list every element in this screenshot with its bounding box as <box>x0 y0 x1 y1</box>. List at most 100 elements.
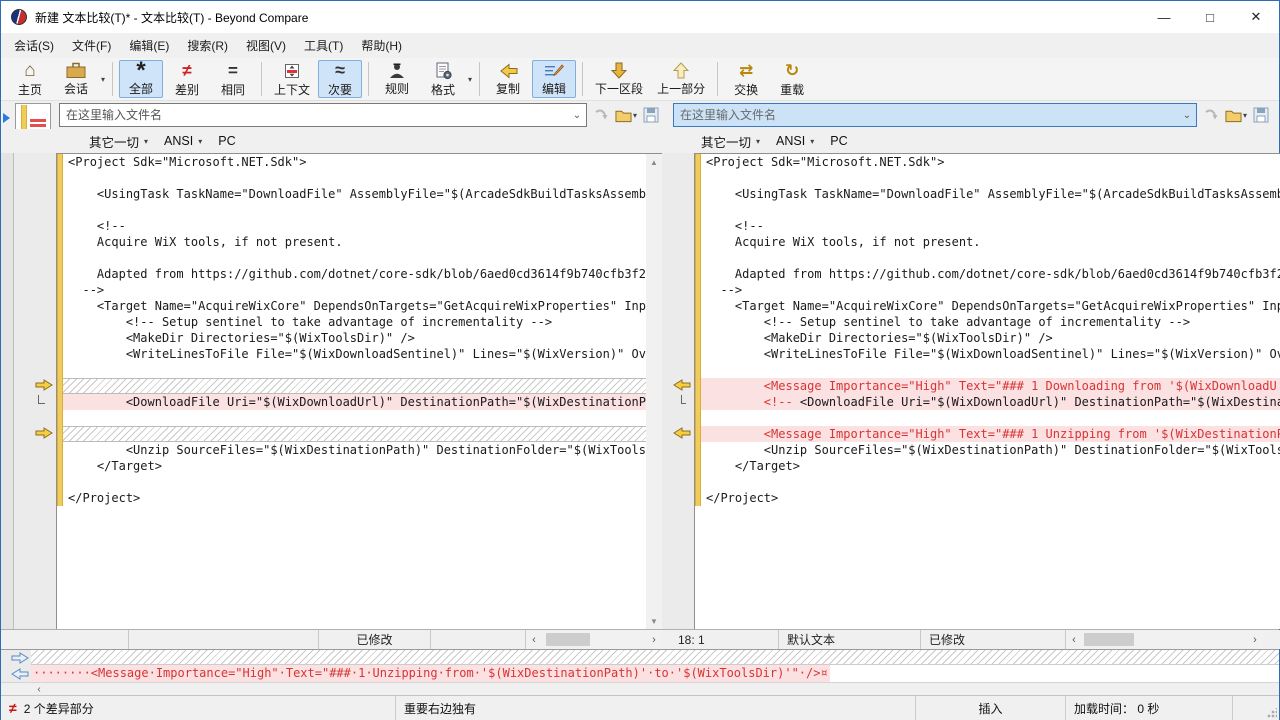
sessions-button[interactable]: 会话 <box>54 60 98 98</box>
code-line[interactable] <box>63 250 646 266</box>
prev-section-button[interactable]: 上一部分 <box>651 60 711 98</box>
scroll-right-icon[interactable]: › <box>646 634 662 646</box>
left-save-button[interactable] <box>640 103 662 127</box>
minimize-button[interactable]: — <box>1141 1 1187 33</box>
same-button[interactable]: = 相同 <box>211 60 255 98</box>
code-line[interactable] <box>701 170 1280 186</box>
pane-splitter[interactable] <box>662 153 670 629</box>
code-line[interactable]: <Unzip SourceFiles="$(WixDestinationPath… <box>701 442 1280 458</box>
scroll-track[interactable] <box>646 170 662 613</box>
code-line[interactable]: </Project> <box>701 490 1280 506</box>
code-line[interactable] <box>63 202 646 218</box>
all-button[interactable]: * 全部 <box>119 58 164 98</box>
code-line[interactable]: <Project Sdk="Microsoft.NET.Sdk"> <box>63 154 646 170</box>
right-editor[interactable]: <Project Sdk="Microsoft.NET.Sdk"> <Using… <box>694 153 1280 629</box>
chevron-down-icon[interactable]: ⌄ <box>1178 104 1196 126</box>
code-line[interactable]: </Target> <box>63 458 646 474</box>
code-line[interactable] <box>701 362 1280 378</box>
detail-line-text[interactable]: ········<Message·Importance="High"·Text=… <box>31 665 830 682</box>
differences-button[interactable]: ≠ 差别 <box>165 60 209 98</box>
missing-line-gap[interactable] <box>63 426 646 442</box>
scroll-thumb[interactable] <box>546 633 590 646</box>
code-line[interactable]: </Project> <box>63 490 646 506</box>
right-horizontal-scrollbar[interactable]: ‹ › <box>1066 630 1263 649</box>
code-line[interactable]: Adapted from https://github.com/dotnet/c… <box>701 266 1280 282</box>
format-dropdown[interactable]: 其它一切 ▾ <box>701 132 760 151</box>
code-line[interactable]: <Unzip SourceFiles="$(WixDestinationPath… <box>63 442 646 458</box>
code-line[interactable] <box>701 250 1280 266</box>
home-button[interactable]: ⌂ 主页 <box>8 60 52 98</box>
gutter-marker[interactable] <box>670 377 694 393</box>
diff-map-strip[interactable] <box>1 153 14 629</box>
missing-line-gap[interactable] <box>63 378 646 394</box>
format-button[interactable]: 格式 <box>421 60 465 98</box>
code-line[interactable]: <!-- Setup sentinel to take advantage of… <box>63 314 646 330</box>
code-line[interactable]: Adapted from https://github.com/dotnet/c… <box>63 266 646 282</box>
right-code[interactable]: <Project Sdk="Microsoft.NET.Sdk"> <Using… <box>701 154 1280 629</box>
left-copy-path-button[interactable] <box>590 103 612 127</box>
code-line[interactable]: <!-- <DownloadFile Uri="$(WixDownloadUrl… <box>701 394 1280 410</box>
code-line[interactable]: <Message Importance="High" Text="### 1 D… <box>701 378 1280 394</box>
scroll-left-icon[interactable]: ‹ <box>526 634 542 646</box>
menu-item[interactable]: 工具(T) <box>295 33 352 58</box>
code-line[interactable]: <MakeDir Directories="$(WixToolsDir)" /> <box>63 330 646 346</box>
code-line[interactable]: --> <box>63 282 646 298</box>
left-code[interactable]: <Project Sdk="Microsoft.NET.Sdk"> <Using… <box>63 154 646 629</box>
code-line[interactable] <box>63 474 646 490</box>
context-button[interactable]: 上下文 <box>268 60 316 98</box>
menu-item[interactable]: 搜索(R) <box>178 33 237 58</box>
left-browse-button[interactable]: ▾ <box>615 103 637 127</box>
chevron-down-icon[interactable]: ▾ <box>468 75 472 84</box>
format-dropdown[interactable]: ANSI ▾ <box>776 134 814 148</box>
code-line[interactable] <box>63 410 646 426</box>
gutter-marker[interactable] <box>670 425 694 441</box>
code-line[interactable]: <Project Sdk="Microsoft.NET.Sdk"> <box>701 154 1280 170</box>
right-browse-button[interactable]: ▾ <box>1225 103 1247 127</box>
code-line[interactable]: <WriteLinesToFile File="$(WixDownloadSen… <box>63 346 646 362</box>
right-syntax-badge[interactable]: 默认文本 <box>779 630 921 649</box>
menu-item[interactable]: 帮助(H) <box>352 33 411 58</box>
gutter-marker[interactable] <box>14 425 56 441</box>
close-button[interactable]: ✕ <box>1233 1 1279 33</box>
code-line[interactable]: <!-- <box>63 218 646 234</box>
menu-item[interactable]: 会话(S) <box>5 33 63 58</box>
scroll-thumb[interactable] <box>1084 633 1134 646</box>
menu-item[interactable]: 文件(F) <box>63 33 120 58</box>
minor-button[interactable]: ≈ 次要 <box>318 60 363 98</box>
code-line[interactable] <box>63 170 646 186</box>
detail-horizontal-scrollbar[interactable]: ‹ <box>1 682 1279 695</box>
left-filename-input[interactable] <box>60 104 568 126</box>
scroll-left-icon[interactable]: ‹ <box>1066 634 1082 646</box>
code-line[interactable]: <UsingTask TaskName="DownloadFile" Assem… <box>701 186 1280 202</box>
right-filename-input[interactable] <box>674 104 1178 126</box>
scroll-right-icon[interactable]: › <box>1247 634 1263 646</box>
format-dropdown[interactable]: ANSI ▾ <box>164 134 202 148</box>
code-line[interactable]: <Target Name="AcquireWixCore" DependsOnT… <box>701 298 1280 314</box>
code-line[interactable]: <!-- Setup sentinel to take advantage of… <box>701 314 1280 330</box>
format-dropdown[interactable]: 其它一切 ▾ <box>89 132 148 151</box>
reload-button[interactable]: ↻ 重载 <box>770 60 814 98</box>
next-section-button[interactable]: 下一区段 <box>589 60 649 98</box>
code-line[interactable]: <UsingTask TaskName="DownloadFile" Assem… <box>63 186 646 202</box>
right-copy-path-button[interactable] <box>1200 103 1222 127</box>
menu-item[interactable]: 编辑(E) <box>120 33 178 58</box>
code-line[interactable] <box>701 410 1280 426</box>
arrow-left-icon[interactable] <box>11 667 29 680</box>
scroll-up-icon[interactable]: ▲ <box>646 154 662 170</box>
code-line[interactable]: <MakeDir Directories="$(WixToolsDir)" /> <box>701 330 1280 346</box>
code-line[interactable] <box>701 474 1280 490</box>
code-line[interactable]: <Message Importance="High" Text="### 1 U… <box>701 426 1280 442</box>
maximize-button[interactable]: □ <box>1187 1 1233 33</box>
code-line[interactable]: <!-- <box>701 218 1280 234</box>
code-line[interactable]: <DownloadFile Uri="$(WixDownloadUrl)" De… <box>63 394 646 410</box>
left-horizontal-scrollbar[interactable]: ‹ › <box>526 630 662 649</box>
chevron-down-icon[interactable]: ▾ <box>101 75 105 84</box>
copy-button[interactable]: 复制 <box>486 60 530 98</box>
scroll-left-icon[interactable]: ‹ <box>31 684 47 695</box>
edit-button[interactable]: 编辑 <box>532 60 577 98</box>
code-line[interactable]: --> <box>701 282 1280 298</box>
diff-map-expand-icon[interactable] <box>3 113 10 123</box>
code-line[interactable]: <Target Name="AcquireWixCore" DependsOnT… <box>63 298 646 314</box>
resize-grip[interactable] <box>1267 708 1277 718</box>
code-line[interactable]: <WriteLinesToFile File="$(WixDownloadSen… <box>701 346 1280 362</box>
